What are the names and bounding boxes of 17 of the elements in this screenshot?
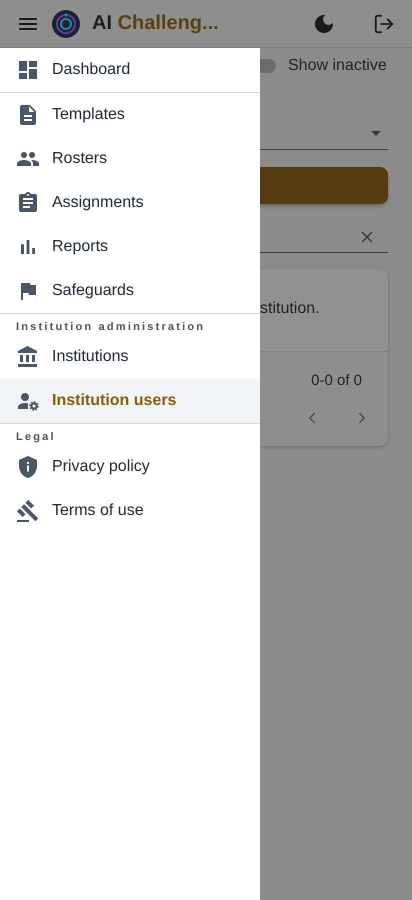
clipboard-icon [16, 191, 40, 215]
dashboard-icon [16, 58, 40, 82]
app-title: AI Challeng... [92, 12, 219, 35]
toggle-switch[interactable] [260, 59, 276, 73]
logo-icon [52, 10, 80, 38]
bank-icon [16, 345, 40, 369]
empty-message: stitution. [260, 300, 320, 318]
shield-info-icon [16, 455, 40, 479]
section-header: Legal [15, 430, 57, 445]
page-range: 0-0 of 0 [311, 372, 362, 389]
toggle-label: Show inactive [288, 57, 387, 75]
dropdown-caret-icon [371, 130, 381, 136]
logout-icon [373, 12, 395, 34]
nav-item[interactable]: Institution users [0, 379, 260, 423]
section-header: Institution administration [15, 320, 206, 335]
menu-icon [19, 18, 37, 30]
gavel-icon [16, 499, 40, 523]
